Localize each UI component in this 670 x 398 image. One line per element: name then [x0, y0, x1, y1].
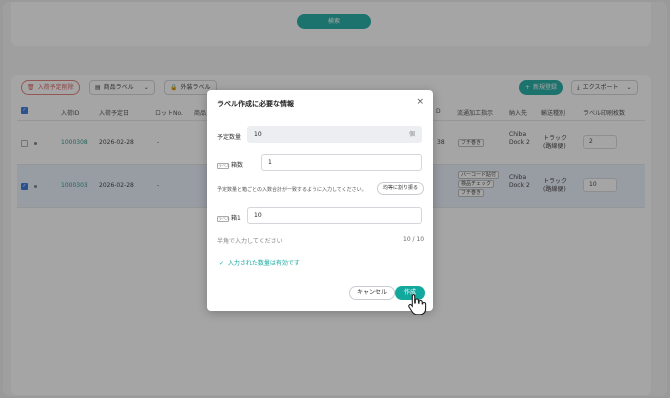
app-window: 検索 🗑 入荷予定削除 ▤ 商品ラベル ⌄ 🔒 外装ラベル + 新規登録 ⤓ エクスポート ⌄…: [3, 2, 667, 396]
cancel-button[interactable]: キャンセル: [349, 286, 396, 300]
box1-label-text: 箱1: [231, 215, 241, 222]
label-info-dialog: ラベル作成に必要な情報 × 予定数量 10 個 ラベル箱数 1 予定数量と箱ごと…: [207, 90, 433, 315]
validation-message: ✓ 入力された数量は有効です: [219, 258, 300, 267]
quantity-hint: 予定数量と箱ごとの入数合計が一致するように入力してください。: [217, 187, 367, 193]
box1-label: ラベル箱1: [217, 213, 241, 222]
label-tag-icon: ラベル: [217, 162, 230, 169]
dialog-title: ラベル作成に必要な情報: [217, 100, 294, 108]
planned-quantity-field: 10 個: [247, 126, 422, 143]
box-count-label-text: 箱数: [231, 162, 244, 169]
validation-text: 入力された数量は有効です: [227, 260, 300, 267]
check-icon: ✓: [219, 260, 225, 267]
halfwidth-hint: 半角で入力してください: [217, 238, 283, 245]
quantity-counter: 10 / 10: [403, 236, 425, 243]
label-tag-icon: ラベル: [217, 215, 230, 222]
close-icon[interactable]: ×: [416, 97, 424, 107]
planned-quantity-label: 予定数量: [217, 134, 242, 141]
hand-cursor-icon: [408, 293, 427, 315]
distribute-evenly-button[interactable]: 均等に割り振る: [377, 182, 425, 195]
box-count-label: ラベル箱数: [217, 160, 243, 169]
box1-quantity-input[interactable]: 10: [247, 207, 422, 224]
box-count-input[interactable]: 1: [261, 154, 422, 171]
planned-quantity-value: 10: [254, 131, 262, 138]
unit-label: 個: [408, 131, 415, 138]
